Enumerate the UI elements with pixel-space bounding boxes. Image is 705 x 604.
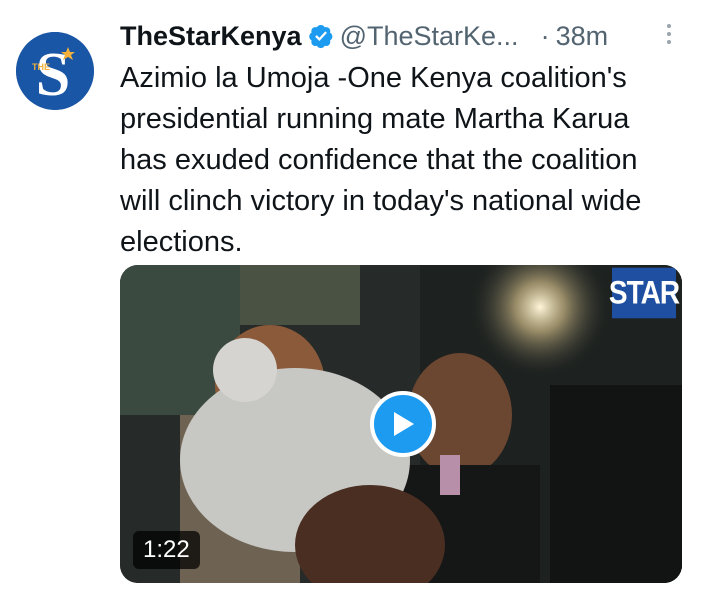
video-player[interactable]: STAR 1:22 — [120, 265, 682, 583]
display-name[interactable]: TheStarKenya — [120, 21, 302, 52]
video-duration-badge: 1:22 — [133, 531, 200, 569]
play-icon — [394, 412, 414, 436]
user-handle[interactable]: @TheStarKe... — [340, 21, 519, 52]
thestar-logo-icon: S THE — [16, 32, 94, 110]
svg-text:S: S — [36, 41, 70, 109]
separator-dot: · — [540, 20, 550, 51]
tweet-timestamp[interactable]: 38m — [556, 21, 609, 52]
more-options-icon[interactable] — [666, 20, 672, 50]
verified-badge-icon — [308, 24, 332, 49]
tweet-header: TheStarKenya @TheStarKe... · 38m — [120, 14, 690, 58]
star-watermark-logo: STAR — [609, 267, 680, 319]
tweet-avatar[interactable]: S THE — [16, 32, 94, 110]
tweet-text: Azimio la Umoja -One Kenya coalition's p… — [120, 62, 642, 258]
play-button[interactable] — [370, 391, 436, 457]
svg-text:THE: THE — [32, 62, 50, 72]
